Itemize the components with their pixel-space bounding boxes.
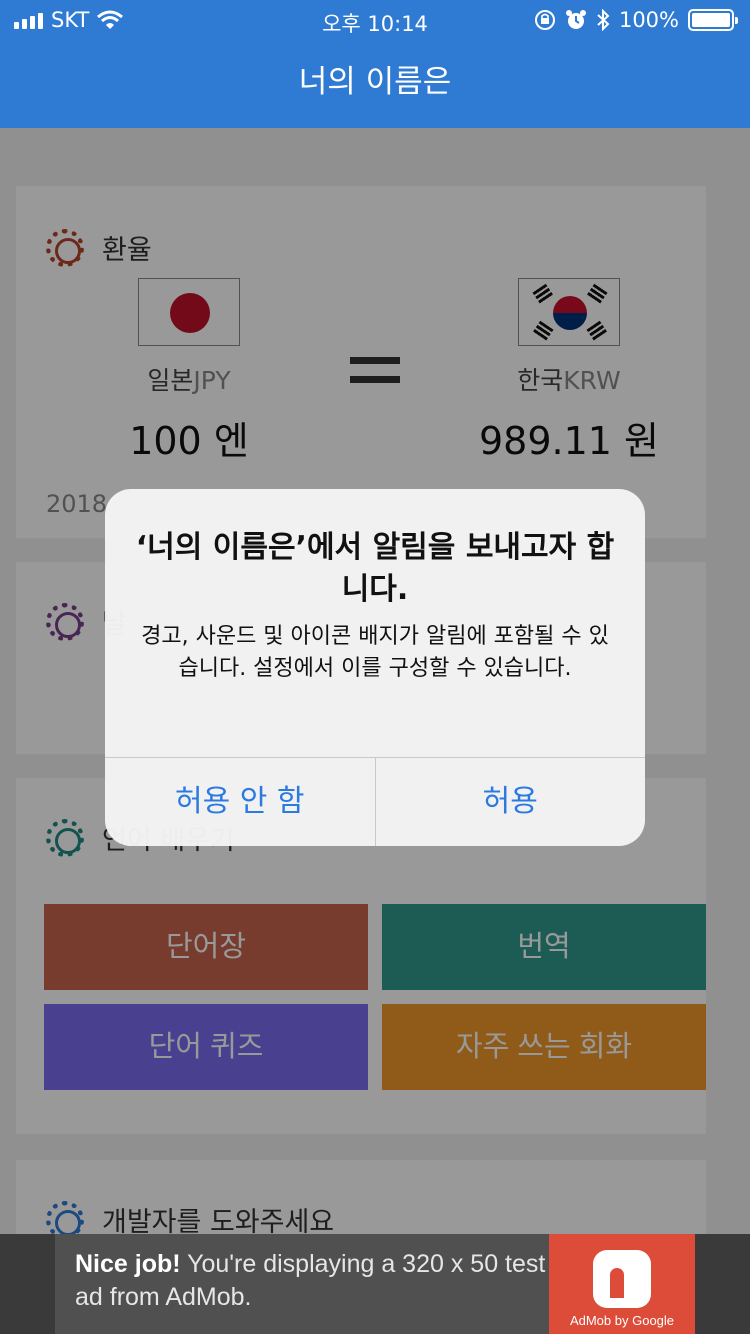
alert-title: ‘너의 이름은’에서 알림을 보내고자 합니다.: [135, 530, 615, 607]
admob-logo: AdMob by Google: [549, 1234, 695, 1334]
alarm-icon: [565, 10, 586, 29]
status-right: 100%: [534, 8, 738, 32]
bluetooth-icon: [597, 9, 610, 31]
page-title: 너의 이름은: [298, 64, 452, 100]
nav-bar: 너의 이름은: [0, 40, 750, 128]
ad-brand: AdMob by Google: [569, 1313, 675, 1328]
admob-logo-icon: [593, 1250, 651, 1308]
allow-button[interactable]: 허용: [374, 758, 646, 846]
status-bar: SKT 오후 10:14 100%: [0, 0, 750, 40]
ad-text: Nice job! You're displaying a 320 x 50 t…: [75, 1248, 555, 1314]
alert-message: 경고, 사운드 및 아이콘 배지가 알림에 포함될 수 있습니다. 설정에서 이…: [141, 624, 609, 681]
battery-icon: [688, 9, 738, 31]
notification-permission-alert: ‘너의 이름은’에서 알림을 보내고자 합니다. 경고, 사운드 및 아이콘 배…: [105, 489, 645, 846]
ad-content[interactable]: Nice job! You're displaying a 320 x 50 t…: [55, 1234, 695, 1334]
dont-allow-button[interactable]: 허용 안 함: [105, 758, 375, 846]
ad-headline: Nice job!: [75, 1250, 181, 1278]
battery-percent: 100%: [618, 8, 679, 32]
alert-buttons: 허용 안 함 허용: [105, 757, 645, 846]
lock-rotation-icon: [534, 10, 555, 30]
ad-banner[interactable]: Nice job! You're displaying a 320 x 50 t…: [0, 1234, 750, 1334]
